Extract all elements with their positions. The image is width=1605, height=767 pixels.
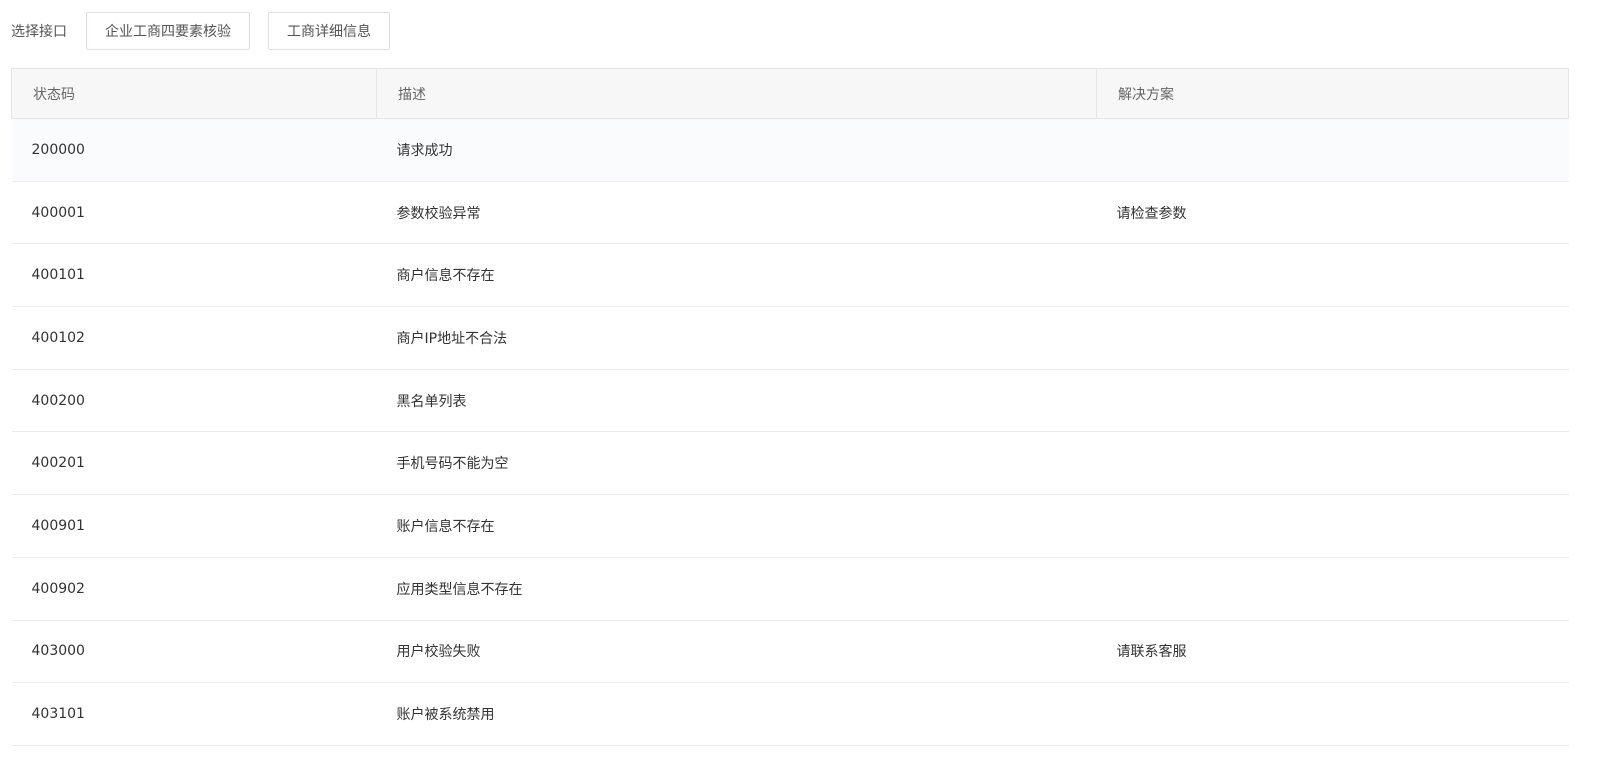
interface-selector: 选择接口 企业工商四要素核验 工商详细信息 (11, 12, 408, 50)
cell-description: 账户信息不存在 (396, 518, 495, 535)
cell-solution (1097, 307, 1569, 370)
cell-solution (1097, 557, 1569, 620)
cell-code: 400102 (31, 329, 85, 346)
cell-code: 400200 (31, 392, 85, 409)
cell-solution (1097, 244, 1569, 307)
cell-solution (1097, 119, 1569, 182)
table-row: 400902 应用类型信息不存在 (11, 557, 1569, 620)
table-row: 403101 账户被系统禁用 (11, 683, 1569, 746)
cell-code: 400101 (31, 267, 85, 284)
table-row: 400102 商户IP地址不合法 (11, 307, 1569, 370)
status-code-table: 状态码 描述 解决方案 200000 请求成功 400001 参数校验异常 请检… (11, 68, 1569, 746)
cell-code: 403000 (31, 643, 85, 660)
cell-description: 商户IP地址不合法 (396, 330, 508, 347)
cell-code: 400901 (31, 517, 85, 534)
cell-description: 商户信息不存在 (396, 268, 495, 285)
cell-description: 参数校验异常 (396, 205, 481, 222)
cell-description: 用户校验失败 (396, 644, 481, 661)
cell-solution (1097, 432, 1569, 495)
table-row: 403000 用户校验失败 请联系客服 (11, 620, 1569, 683)
cell-code: 400001 (31, 204, 85, 221)
select-interface-label: 选择接口 (11, 24, 67, 40)
table-row: 400200 黑名单列表 (11, 369, 1569, 432)
table-row: 400001 参数校验异常 请检查参数 (11, 181, 1569, 244)
cell-solution (1097, 683, 1569, 746)
header-status-code: 状态码 (11, 68, 377, 119)
cell-description: 应用类型信息不存在 (396, 581, 523, 598)
cell-code: 403101 (31, 706, 85, 723)
cell-description: 请求成功 (396, 142, 453, 159)
cell-solution: 请检查参数 (1116, 205, 1187, 222)
table-row: 400101 商户信息不存在 (11, 244, 1569, 307)
table-row: 400901 账户信息不存在 (11, 495, 1569, 558)
cell-code: 400201 (31, 455, 85, 472)
cell-description: 账户被系统禁用 (396, 707, 495, 724)
cell-description: 黑名单列表 (396, 393, 467, 410)
header-description: 描述 (376, 68, 1097, 119)
enterprise-four-elements-button[interactable]: 企业工商四要素核验 (86, 12, 250, 50)
cell-solution (1097, 495, 1569, 558)
cell-code: 200000 (31, 141, 85, 158)
header-solution: 解决方案 (1096, 68, 1569, 119)
cell-solution (1097, 369, 1569, 432)
table-row: 400201 手机号码不能为空 (11, 432, 1569, 495)
business-details-button[interactable]: 工商详细信息 (268, 12, 390, 50)
table-header-row: 状态码 描述 解决方案 (11, 68, 1569, 119)
cell-code: 400902 (31, 580, 85, 597)
cell-solution: 请联系客服 (1116, 644, 1187, 661)
cell-description: 手机号码不能为空 (396, 456, 509, 473)
table-row: 200000 请求成功 (11, 118, 1569, 182)
